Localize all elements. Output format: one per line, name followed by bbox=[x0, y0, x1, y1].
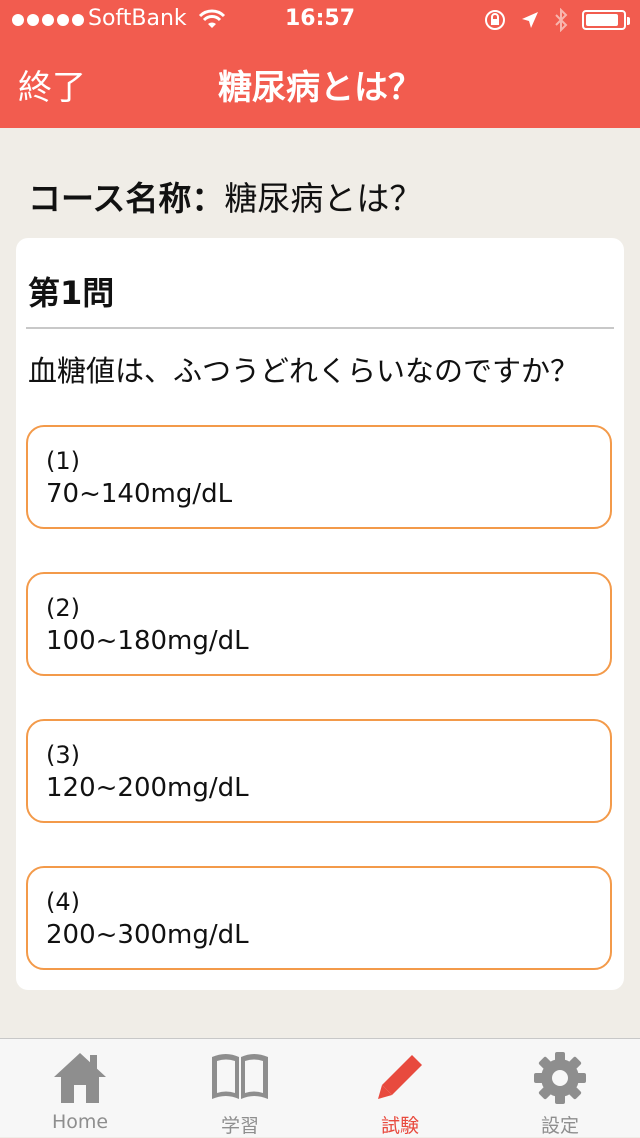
course-name: 糖尿病とは？ bbox=[224, 179, 423, 218]
page-title: 糖尿病とは？ bbox=[218, 68, 422, 108]
tab-label: Home bbox=[51, 1111, 109, 1133]
choice-value: 200~300mg/dL bbox=[46, 920, 249, 950]
tab-study[interactable]: 学習 bbox=[160, 1039, 320, 1137]
choice-number: (1) bbox=[46, 447, 80, 475]
battery-level bbox=[586, 14, 618, 26]
choice-2-button[interactable]: (2) 100~180mg/dL bbox=[26, 572, 612, 676]
tab-label: 試験 bbox=[380, 1115, 419, 1137]
tab-label: 学習 bbox=[220, 1115, 259, 1137]
choice-value: 120~200mg/dL bbox=[46, 773, 249, 803]
tab-settings[interactable]: 設定 bbox=[480, 1039, 640, 1137]
choice-number: (2) bbox=[46, 594, 80, 622]
status-right-icons bbox=[484, 8, 630, 32]
choice-value: 100~180mg/dL bbox=[46, 626, 249, 656]
pencil-icon bbox=[378, 1052, 425, 1099]
choice-4-button[interactable]: (4) 200~300mg/dL bbox=[26, 866, 612, 970]
tab-home[interactable]: Home bbox=[0, 1039, 160, 1137]
bluetooth-icon bbox=[555, 8, 568, 32]
app-header: SoftBank 16:57 終了 糖尿病とは？ bbox=[0, 0, 640, 128]
divider bbox=[26, 327, 614, 329]
tab-label: 設定 bbox=[540, 1115, 579, 1137]
battery-icon bbox=[582, 10, 630, 30]
question-number: 第1問 bbox=[28, 274, 115, 312]
choice-3-button[interactable]: (3) 120~200mg/dL bbox=[26, 719, 612, 823]
gear-icon bbox=[534, 1052, 586, 1104]
course-label: コース名称： bbox=[28, 179, 225, 218]
book-icon bbox=[212, 1054, 268, 1099]
choice-number: (4) bbox=[46, 888, 80, 916]
status-bar: SoftBank 16:57 bbox=[0, 0, 640, 40]
question-card: 第1問 血糖値は、ふつうどれくらいなのですか？ (1) 70~140mg/dL … bbox=[16, 238, 624, 990]
home-icon bbox=[54, 1053, 106, 1103]
rotation-lock-icon bbox=[485, 10, 505, 30]
choice-value: 70~140mg/dL bbox=[46, 479, 233, 509]
course-name-line: コース名称：糖尿病とは？ bbox=[28, 172, 422, 220]
question-text: 血糖値は、ふつうどれくらいなのですか？ bbox=[28, 354, 580, 388]
choice-number: (3) bbox=[46, 741, 80, 769]
choice-1-button[interactable]: (1) 70~140mg/dL bbox=[26, 425, 612, 529]
location-arrow-icon bbox=[522, 12, 538, 28]
tab-exam[interactable]: 試験 bbox=[320, 1039, 480, 1137]
tab-bar: Home 学習 試験 設定 bbox=[0, 1038, 640, 1137]
